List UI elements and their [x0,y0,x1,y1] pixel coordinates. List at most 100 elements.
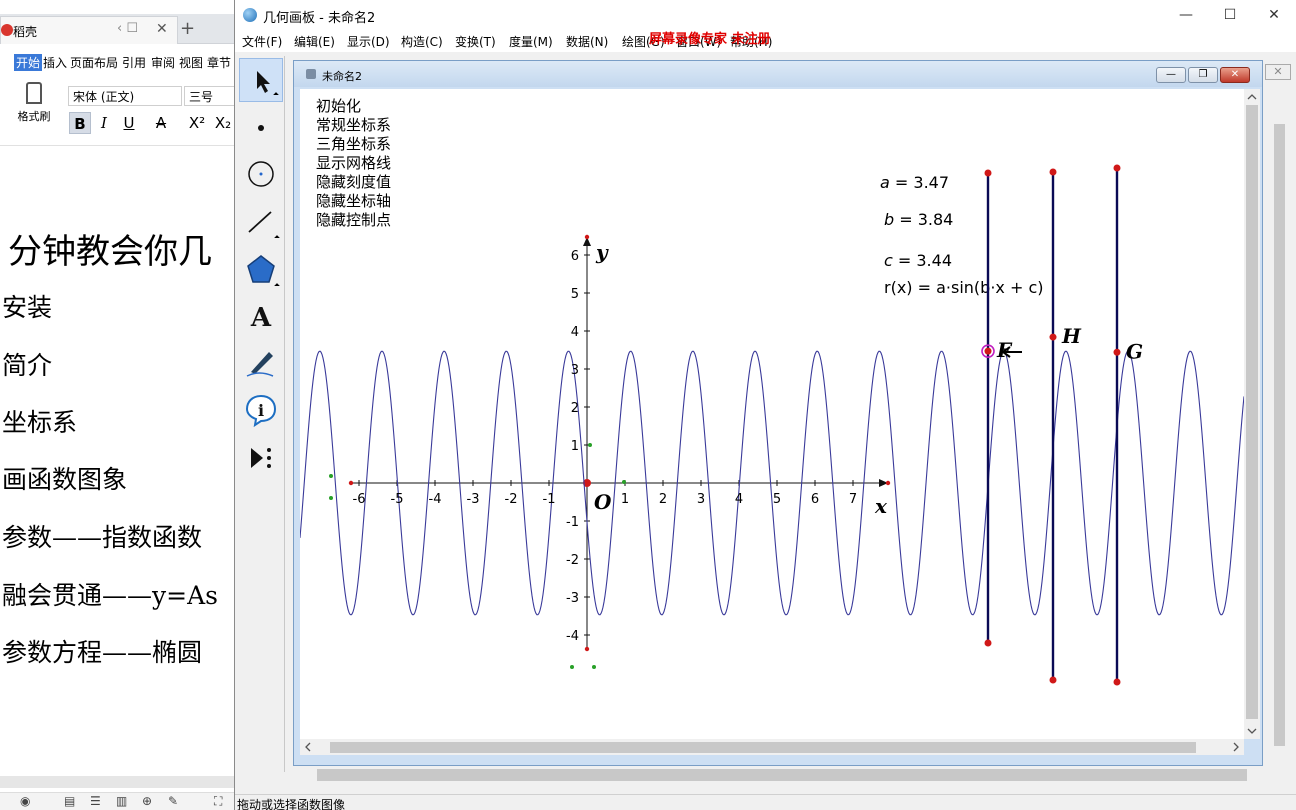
fullscreen-icon[interactable]: ⛶ [214,794,222,809]
hidden-control-point[interactable] [592,665,596,669]
pen-icon[interactable]: ✎ [168,794,178,808]
bold-icon[interactable]: B [69,112,91,134]
canvas-vertical-scrollbar[interactable] [1244,89,1260,739]
tool-straightedge[interactable] [239,200,283,244]
canvas-vertical-thumb[interactable] [1246,105,1258,719]
doc-minimize-icon[interactable]: — [1156,67,1186,83]
menu-file[interactable]: 文件(F) [242,33,282,50]
hidden-control-point[interactable] [570,665,574,669]
param-b-readout[interactable]: b = 3.84 [884,210,953,229]
format-brush-label: 格式刷 [17,110,51,123]
action-button-trig-coords[interactable]: 三角坐标系 [316,133,391,154]
slider-value-point[interactable] [1049,333,1057,341]
scroll-right-icon[interactable] [1228,739,1244,755]
axis-control-point[interactable] [584,646,590,652]
tool-custom[interactable] [239,436,283,480]
slider-value-point[interactable] [984,347,992,355]
ribbon-tab-chapter[interactable]: 章节 [207,54,231,71]
selected-point-ring [981,344,995,358]
tool-information[interactable]: i [239,388,283,432]
tool-point[interactable] [239,104,283,148]
menu-edit[interactable]: 编辑(E) [294,33,335,50]
background-doc-close-icon[interactable]: ✕ [1265,64,1291,80]
wps-tab-docer[interactable]: 稻壳 ‹ ☐ ✕ [0,16,178,44]
slider-value-point[interactable] [1113,348,1121,356]
scroll-left-icon[interactable] [300,739,316,755]
slider-end-point[interactable] [1049,168,1057,176]
format-brush-button[interactable]: 格式刷 [16,82,52,124]
outline-view-icon[interactable]: ☰ [90,794,101,808]
slider-end-point[interactable] [1113,164,1121,172]
tab-close-icon[interactable]: ✕ [156,21,168,37]
superscript-icon[interactable]: X² [186,112,208,134]
param-c-readout[interactable]: c = 3.44 [884,251,952,270]
doc-close-icon[interactable]: ✕ [1220,67,1250,83]
axis-control-point[interactable] [885,480,891,486]
read-view-icon[interactable]: ▥ [116,794,127,808]
sketchpad-title-bar: 几何画板 - 未命名2 — ☐ ✕ [235,0,1296,30]
param-a-readout[interactable]: a = 3.47 [880,173,949,192]
ribbon-tab-view[interactable]: 视图 [179,54,203,71]
canvas-horizontal-thumb[interactable] [330,742,1196,753]
minimize-icon[interactable]: — [1163,4,1209,26]
close-icon[interactable]: ✕ [1251,4,1296,26]
font-name-select[interactable]: 宋体 (正文) [68,86,182,106]
web-view-icon[interactable]: ⊕ [142,794,152,808]
wps-document-page[interactable]: 分钟教会你几 安装 简介 坐标系 画函数图象 参数——指数函数 融会贯通——y=… [0,146,236,776]
slider-end-point[interactable] [1113,678,1121,686]
hidden-control-point[interactable] [329,496,333,500]
sine-function-curve[interactable] [300,350,1244,616]
slider-end-point[interactable] [984,639,992,647]
strikethrough-icon[interactable]: A [150,112,172,134]
tab-back-icon[interactable]: ‹ ☐ [117,21,138,36]
action-button-hide-control-points[interactable]: 隐藏控制点 [316,209,391,230]
hidden-control-point[interactable] [329,474,333,478]
function-definition[interactable]: r(x) = a·sin(b·x + c) [884,278,1044,297]
page-view-icon[interactable]: ▤ [64,794,75,808]
tool-marker[interactable] [239,340,283,384]
menu-transform[interactable]: 变换(T) [455,33,496,50]
doc-restore-icon[interactable]: ❐ [1188,67,1218,83]
doc-line-ellipse: 参数方程——椭圆 [2,638,203,667]
hidden-control-point[interactable] [622,480,626,484]
menu-measure[interactable]: 度量(M) [509,33,553,50]
canvas-horizontal-scrollbar[interactable] [300,739,1244,755]
scroll-up-icon[interactable] [1244,89,1260,105]
new-tab-icon[interactable]: + [180,18,195,39]
workspace-horizontal-scrollbar[interactable] [295,766,1281,784]
workspace-vertical-scrollbar[interactable] [1271,94,1287,758]
eye-icon[interactable]: ◉ [20,794,30,808]
menu-construct[interactable]: 构造(C) [401,33,443,50]
ribbon-tab-insert[interactable]: 插入 [43,54,67,71]
ribbon-tab-layout[interactable]: 页面布局 [70,54,118,71]
italic-icon[interactable]: I [93,112,115,134]
ribbon-tab-home[interactable]: 开始 [14,54,43,71]
menu-display[interactable]: 显示(D) [347,33,390,50]
axis-control-point[interactable] [584,234,590,240]
axis-control-point[interactable] [583,479,591,487]
action-button-normal-coords[interactable]: 常规坐标系 [316,114,391,135]
wps-horizontal-scrollbar[interactable] [0,776,236,788]
action-button-hide-axes[interactable]: 隐藏坐标轴 [316,190,391,211]
hidden-control-point[interactable] [588,443,592,447]
menu-data[interactable]: 数据(N) [566,33,608,50]
underline-icon[interactable]: U [118,112,140,134]
slider-end-point[interactable] [984,169,992,177]
action-button-hide-tick-values[interactable]: 隐藏刻度值 [316,171,391,192]
tool-polygon[interactable] [239,248,283,292]
action-button-show-grid[interactable]: 显示网格线 [316,152,391,173]
x-tick-label: 6 [811,492,819,507]
tool-arrow-select[interactable] [239,58,283,102]
font-size-select[interactable]: 三号 [184,86,236,106]
ribbon-tab-reference[interactable]: 引用 [122,54,146,71]
ribbon-tab-review[interactable]: 审阅 [151,54,175,71]
slider-end-point[interactable] [1049,676,1057,684]
tool-text[interactable]: A [239,294,283,338]
scroll-down-icon[interactable] [1244,723,1260,739]
maximize-icon[interactable]: ☐ [1207,4,1253,26]
subscript-icon[interactable]: X₂ [212,112,234,134]
sketch-canvas[interactable]: 初始化 常规坐标系 三角坐标系 显示网格线 隐藏刻度值 隐藏坐标轴 隐藏控制点 … [300,89,1244,739]
axis-control-point[interactable] [348,480,354,486]
action-button-initialize[interactable]: 初始化 [316,95,361,116]
tool-compass[interactable] [239,152,283,196]
